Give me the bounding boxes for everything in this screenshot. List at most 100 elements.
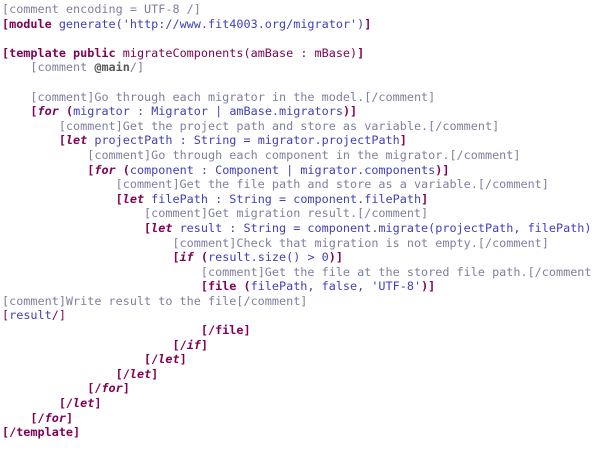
code-line: [comment]Check that migration is not emp…	[0, 236, 592, 251]
code-line: [file (filePath, false, 'UTF-8')]	[0, 279, 592, 294]
code-editor[interactable]: [comment encoding = UTF-8 /] [module gene…	[0, 0, 592, 452]
code-token-keyword: for	[37, 104, 59, 119]
code-token-keyword: [/template]	[2, 425, 81, 440]
code-token-keyword: ]	[122, 381, 130, 396]
code-token-identifier: result	[9, 308, 52, 323]
code-line: [/if]	[0, 338, 592, 353]
code-token-keyword: let	[158, 352, 180, 367]
code-token-comment: [comment]Check that migration is not emp…	[172, 235, 549, 250]
code-token-keyword: [/	[144, 352, 159, 367]
code-token-keyword: [/file]	[200, 323, 251, 338]
code-token-keyword: [/	[115, 366, 130, 381]
code-token-identifier: migrator : Migrator | amBase.migrators	[73, 104, 343, 119]
code-token-keyword: let	[122, 191, 145, 206]
code-line: [comment]Write result to the file[/comme…	[0, 294, 592, 309]
code-token-identifier: filePath : String = component.filePath	[144, 191, 422, 206]
code-line: [comment]Get the file at the stored file…	[0, 265, 592, 280]
code-token-keyword: let	[65, 133, 88, 148]
code-token-identifier: filePath, false, 'UTF-8'	[250, 279, 422, 294]
code-line: [/template]	[0, 425, 592, 440]
code-token-keyword: migrateComponents	[122, 45, 244, 60]
code-token-keyword: for	[44, 410, 66, 425]
code-token-comment: [comment]Go through each migrator in the…	[30, 89, 436, 104]
code-token-keyword: [	[115, 191, 123, 206]
code-token-keyword: ]	[364, 16, 372, 31]
code-token-keyword: (	[193, 250, 209, 265]
code-token-keyword: for	[101, 381, 123, 396]
code-token-comment: [comment encoding = UTF-8 /]	[2, 2, 201, 16]
code-token-keyword: ]	[65, 410, 74, 425]
code-line: [/file]	[0, 323, 592, 338]
code-token-keyword: [module	[2, 16, 59, 31]
code-token-keyword: if	[186, 337, 201, 352]
code-token-comment: [comment]Write result to the file[/comme…	[2, 293, 308, 308]
code-token-keyword: for	[94, 162, 116, 177]
code-line: [result/]	[0, 308, 592, 323]
code-token-keyword: (	[115, 162, 130, 177]
code-token-keyword: ]	[151, 366, 159, 381]
code-token-keyword: )]	[435, 162, 450, 177]
code-token-keyword: )]	[342, 104, 358, 119]
code-token-comment: [comment	[30, 60, 95, 75]
code-line: [let filePath : String = component.fileP…	[0, 192, 592, 207]
code-token-keyword: )]	[421, 279, 436, 294]
code-token-string: 'http://www.fit4003.org/migrator'	[122, 16, 358, 31]
code-line: [for (component : Component | migrator.c…	[0, 163, 592, 178]
code-token-comment: [comment]Go through each component in th…	[87, 147, 521, 162]
code-line: [if (result.size() > 0)]	[0, 250, 592, 265]
code-token-comment: [comment]Get the file at the stored file…	[200, 264, 592, 279]
code-token-identifier: component : Component | migrator.compone…	[129, 162, 436, 177]
code-token-keyword: [/	[172, 337, 187, 352]
code-line: [comment]Go through each component in th…	[0, 148, 592, 163]
code-line: [comment @main/]	[0, 60, 592, 75]
code-token-main_tag: @main	[94, 60, 130, 75]
code-token-keyword: let	[151, 220, 173, 235]
code-line: [/let]	[0, 352, 592, 367]
code-token-keyword: if	[179, 250, 194, 265]
code-token-keyword: /]	[51, 308, 66, 323]
code-token-comment: /]	[129, 60, 145, 75]
code-token-keyword: ]	[200, 337, 209, 352]
code-token-keyword: [/	[87, 381, 102, 396]
code-token-keyword: [	[58, 133, 66, 148]
code-line: [comment]Get migration result.[/comment]	[0, 206, 592, 221]
code-line: [/let]	[0, 396, 592, 411]
code-line: [/for]	[0, 381, 592, 396]
code-token-keyword: [template public	[2, 45, 123, 60]
code-token-comment: [comment]Get the project path and store …	[58, 118, 500, 133]
code-token-keyword: [file (	[200, 279, 251, 294]
code-line: [let result : String = component.migrate…	[0, 221, 592, 236]
code-line: [/let]	[0, 367, 592, 382]
code-token-keyword: )]	[328, 250, 343, 265]
code-token-keyword: ]	[94, 396, 102, 411]
code-line: [comment encoding = UTF-8 /]	[0, 2, 592, 17]
code-token-keyword: [/	[58, 396, 74, 411]
code-token-keyword: ]	[421, 191, 429, 206]
code-token-keyword: [	[30, 104, 38, 119]
code-token-keyword: (	[58, 104, 74, 119]
code-token-keyword: [/	[30, 410, 45, 425]
code-token-keyword: let	[73, 396, 95, 411]
code-token-keyword: ]	[399, 133, 407, 148]
code-token-keyword: (amBase : mBase)	[243, 45, 358, 60]
code-line: [module generate('http://www.fit4003.org…	[0, 17, 592, 32]
code-line: [/for]	[0, 411, 592, 426]
